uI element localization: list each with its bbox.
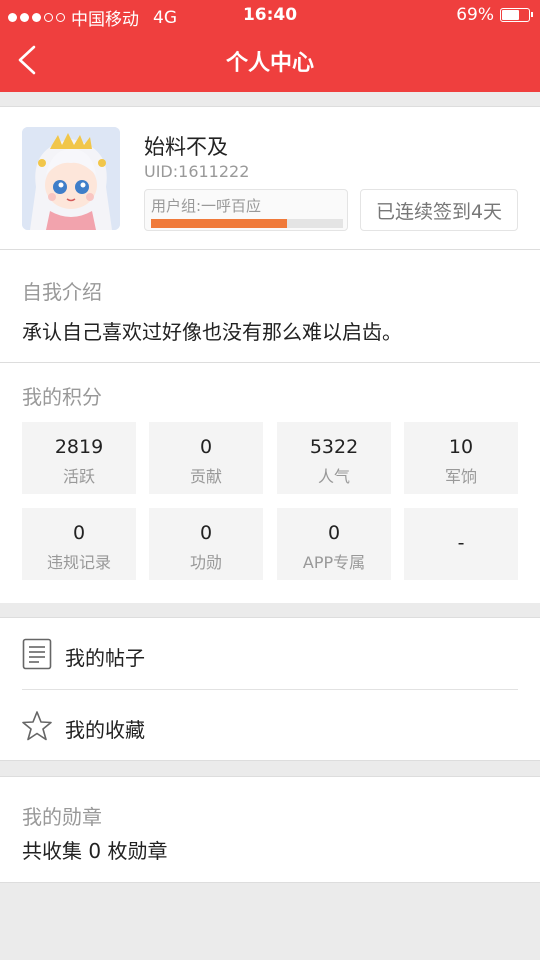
intro-section: 自我介绍 承认自己喜欢过好像也没有那么难以启齿。 (0, 250, 540, 363)
points-cell-merit: 0 功勋 (149, 508, 263, 580)
points-label: 贡献 (189, 467, 222, 486)
app-header: 中国移动 4G 16:40 69% 个人中心 (0, 0, 540, 92)
points-value: 2819 (54, 436, 104, 458)
points-heading: 我的积分 (22, 385, 102, 409)
medals-heading: 我的勋章 (22, 805, 102, 829)
points-cell-empty: - (404, 508, 518, 580)
points-cell-violations: 0 违规记录 (22, 508, 136, 580)
user-group-label: 用户组:一呼百应 (151, 197, 262, 215)
menu-item-label: 我的帖子 (65, 646, 145, 670)
group-progress-fill (151, 219, 288, 228)
medals-section: 我的勋章 共收集 0 枚勋章 (0, 776, 540, 883)
user-id: UID:1611222 (144, 162, 250, 181)
points-cell-pay: 10 军饷 (404, 422, 518, 494)
avatar[interactable] (22, 127, 120, 230)
points-label: 活跃 (62, 467, 95, 486)
points-value: 5322 (309, 436, 359, 458)
points-label: 功勋 (189, 553, 222, 572)
battery-icon (500, 8, 533, 22)
profile-card: 始料不及 UID:1611222 用户组:一呼百应 已连续签到4天 (0, 106, 540, 250)
intro-heading: 自我介绍 (22, 280, 102, 304)
points-cell-active: 2819 活跃 (22, 422, 136, 494)
menu-item-my-posts[interactable]: 我的帖子 (0, 618, 540, 690)
medals-summary: 共收集 0 枚勋章 (22, 839, 168, 863)
points-label: APP专属 (302, 553, 366, 572)
profile-menu: 我的帖子 我的收藏 (0, 617, 540, 761)
user-group-box: 用户组:一呼百应 (144, 189, 348, 231)
points-value: 0 (199, 436, 213, 458)
points-cell-contribution: 0 贡献 (149, 422, 263, 494)
menu-item-my-favorites[interactable]: 我的收藏 (0, 690, 540, 762)
points-label: 违规记录 (46, 553, 111, 572)
group-progress-bar (151, 219, 343, 228)
checkin-streak-button[interactable]: 已连续签到4天 (360, 189, 518, 231)
intro-text: 承认自己喜欢过好像也没有那么难以启齿。 (22, 320, 402, 344)
menu-item-label: 我的收藏 (65, 718, 145, 742)
points-cell-popularity: 5322 人气 (277, 422, 391, 494)
points-label: 军饷 (444, 467, 477, 486)
points-value: 0 (72, 522, 86, 544)
points-cell-app-exclusive: 0 APP专属 (277, 508, 391, 580)
points-value: 0 (199, 522, 213, 544)
points-label: 人气 (317, 467, 350, 486)
avatar-illustration (22, 127, 120, 230)
points-value: - (457, 532, 465, 554)
points-value: 0 (327, 522, 341, 544)
status-bar: 中国移动 4G 16:40 69% (0, 0, 540, 30)
username: 始料不及 (144, 135, 228, 159)
battery-percent: 69% (456, 5, 494, 25)
points-value: 10 (448, 436, 474, 458)
document-list-icon (22, 638, 52, 670)
page-title: 个人中心 (225, 51, 314, 76)
points-section: 我的积分 2819 活跃 0 贡献 5322 人气 10 军饷 0 违规记录 0… (0, 363, 540, 603)
star-outline-icon (22, 711, 52, 741)
